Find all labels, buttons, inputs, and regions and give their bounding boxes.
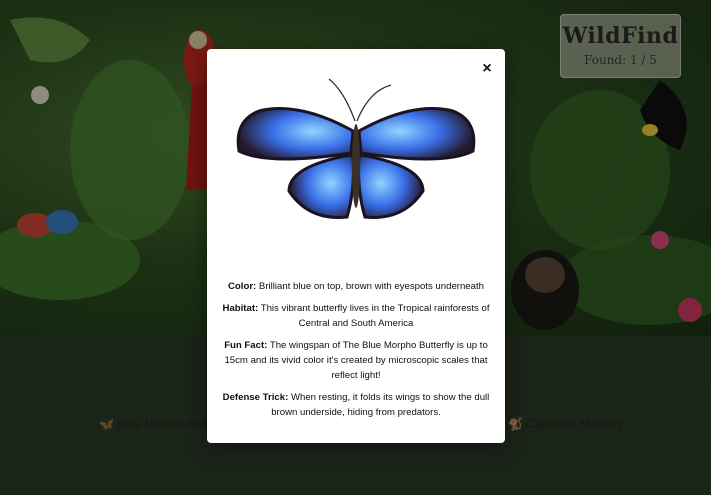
fact-habitat: Habitat: This vibrant butterfly lives in… bbox=[222, 303, 490, 329]
fact-defense: Defense Trick: When resting, it folds it… bbox=[222, 392, 490, 418]
animal-info-modal: × Color: Brilliant blue on top, brown wi… bbox=[207, 49, 505, 443]
fact-fun-fact: Fun Fact: The wingspan of The Blue Morph… bbox=[224, 340, 488, 381]
blue-morpho-butterfly-image bbox=[236, 78, 476, 219]
fact-color: Color: Brilliant blue on top, brown with… bbox=[228, 281, 484, 292]
animal-facts: Color: Brilliant blue on top, brown with… bbox=[219, 279, 493, 427]
